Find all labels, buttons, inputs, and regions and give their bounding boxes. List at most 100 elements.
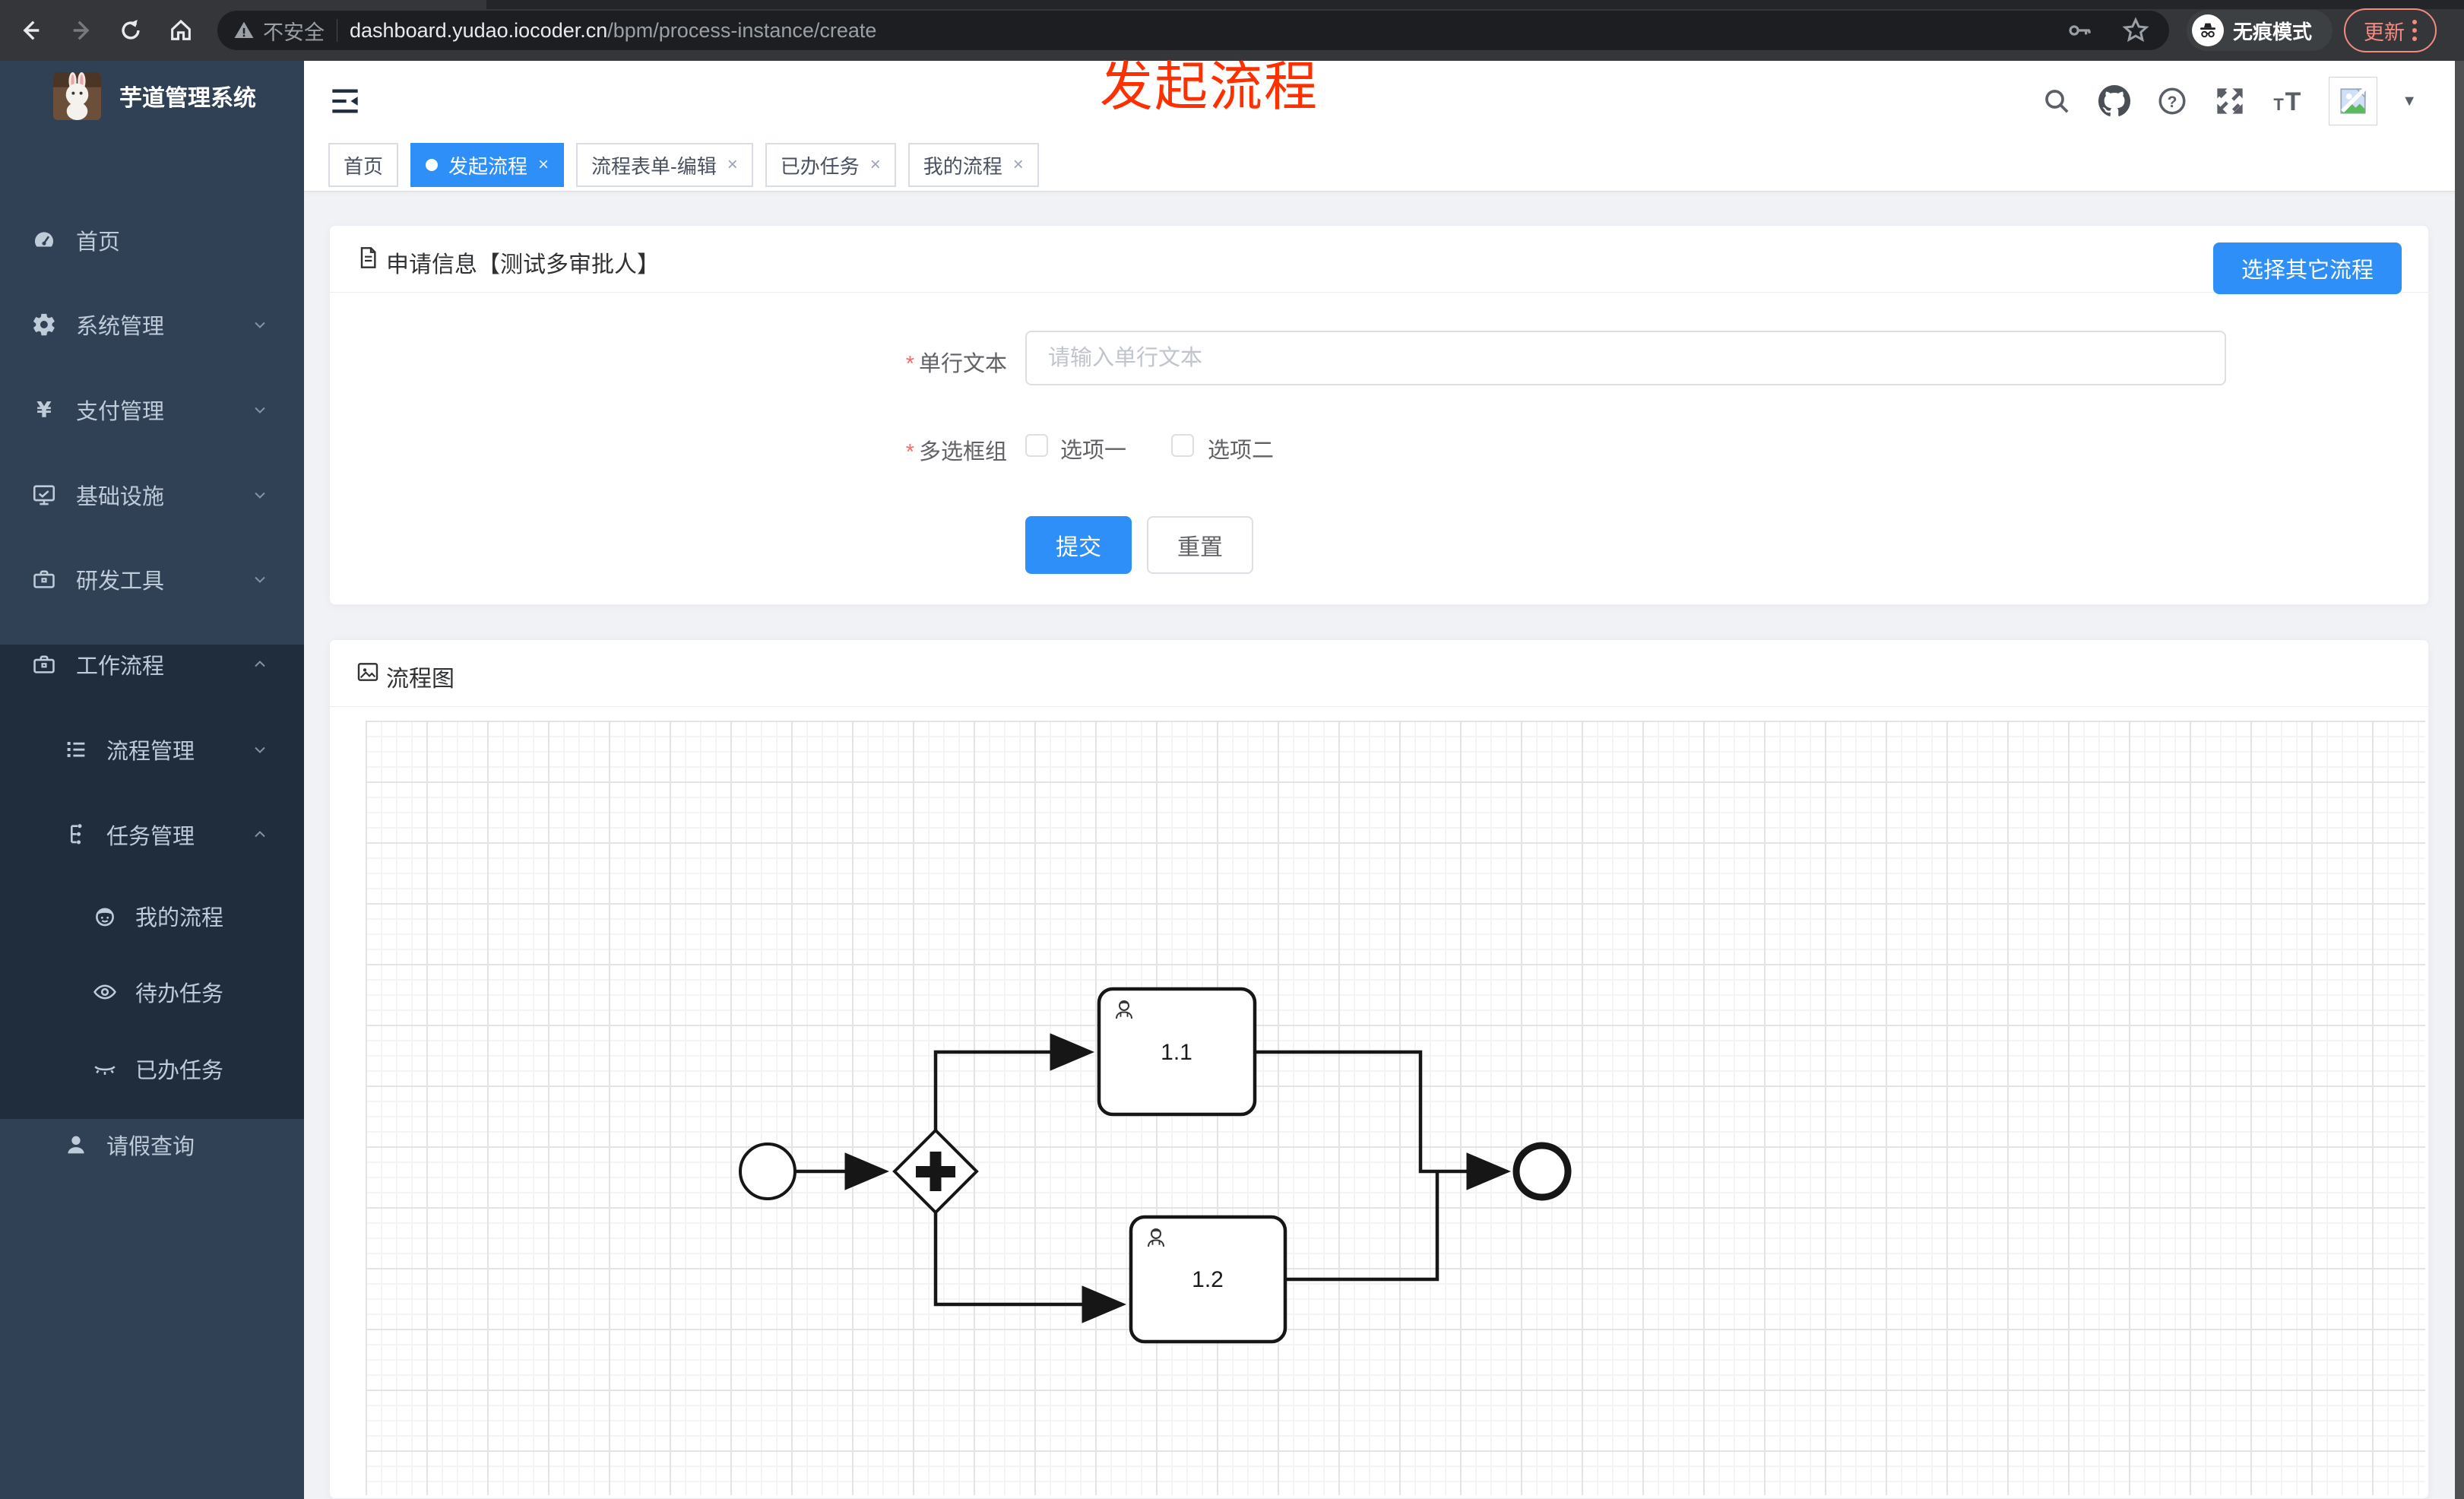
update-label: 更新 (2364, 21, 2405, 44)
tab-close-icon[interactable]: × (538, 154, 549, 176)
submit-button[interactable]: 提交 (1025, 516, 1132, 574)
avatar[interactable] (2329, 77, 2378, 125)
sidebar-item-9[interactable]: 我的流程 (0, 873, 304, 959)
search-icon[interactable] (2040, 84, 2073, 118)
window-scrollbar-strip[interactable] (2455, 61, 2464, 1499)
bpmn-parallel-gateway[interactable] (892, 1128, 979, 1215)
browser-tabstrip (0, 0, 2464, 9)
bpmn-start-event[interactable] (739, 1142, 797, 1200)
checkbox-option-2-label[interactable]: 选项二 (1208, 433, 1274, 464)
sidebar-item-label: 支付管理 (76, 400, 165, 424)
avatar-caret-icon[interactable]: ▼ (2402, 93, 2417, 110)
flow-task2-end (1285, 1173, 1439, 1282)
apply-info-header: 申请信息【测试多审批人】 选择其它流程 (330, 226, 2428, 294)
sidebar-item-11[interactable]: 已办任务 (0, 1026, 304, 1111)
sidebar-item-label: 首页 (76, 230, 121, 255)
checkbox-option-1[interactable] (1025, 434, 1048, 457)
logo-row[interactable]: 芋道管理系统 (0, 68, 304, 122)
tab-close-icon[interactable]: × (870, 154, 881, 176)
task-1-2-label: 1.2 (1192, 1267, 1224, 1292)
chevron-down-icon (251, 740, 269, 759)
bookmark-star-icon[interactable] (2120, 15, 2151, 46)
document-icon (356, 246, 380, 274)
view-tab-label: 首页 (344, 154, 384, 178)
sidebar-item-8[interactable]: 任务管理 (0, 792, 304, 877)
sidebar-item-4[interactable]: 基础设施 (0, 452, 304, 537)
sidebar-item-7[interactable]: 流程管理 (0, 707, 304, 792)
app-title: 芋道管理系统 (119, 86, 256, 111)
github-icon[interactable] (2098, 84, 2131, 118)
back-icon[interactable] (17, 17, 44, 44)
view-tab-1[interactable]: 首页 (328, 143, 399, 187)
view-tab-5[interactable]: 我的流程 × (907, 143, 1039, 187)
security-label: 不安全 (263, 21, 325, 44)
incognito-badge: 无痕模式 (2187, 10, 2333, 51)
sidebar-item-2[interactable]: 系统管理 (0, 282, 304, 367)
sidebar-item-label: 系统管理 (76, 315, 165, 339)
bpmn-user-task-1-1[interactable]: 1.1 (1097, 987, 1257, 1117)
bpmn-user-task-1-2[interactable]: 1.2 (1129, 1215, 1287, 1344)
bpmn-end-event[interactable] (1512, 1142, 1572, 1201)
incognito-icon (2192, 14, 2224, 46)
sidebar-item-label: 任务管理 (106, 825, 195, 849)
reset-button[interactable]: 重置 (1147, 516, 1253, 574)
required-mark: * (905, 440, 914, 464)
checkbox-option-1-label[interactable]: 选项一 (1060, 433, 1126, 464)
flow-diagram-title: 流程图 (386, 667, 454, 692)
single-line-text-input[interactable] (1025, 331, 2226, 385)
browser-menu-icon[interactable] (2412, 20, 2417, 41)
forward-icon[interactable] (68, 17, 96, 44)
sidebar-item-6[interactable]: 工作流程 (0, 622, 304, 707)
toolbox-icon (30, 566, 58, 593)
eye-icon (91, 978, 119, 1006)
face-icon (91, 902, 119, 930)
sidebar-item-5[interactable]: 研发工具 (0, 537, 304, 622)
update-button[interactable]: 更新 (2344, 8, 2437, 52)
sidebar-item-label: 我的流程 (135, 906, 224, 930)
warning-icon (234, 21, 254, 38)
flow-gateway-task2 (933, 1212, 1126, 1323)
key-icon[interactable] (2066, 16, 2095, 45)
sidebar-item-label: 基础设施 (76, 485, 165, 509)
choose-other-process-button[interactable]: 选择其它流程 (2213, 242, 2402, 294)
view-tab-4[interactable]: 已办任务 × (765, 143, 896, 187)
svg-text:¥: ¥ (36, 398, 52, 423)
sidebar-item-label: 工作流程 (76, 654, 165, 679)
view-tabs-bar: 首页 发起流程 × 流程表单-编辑 × 已办任务 × 我的流程 × (304, 141, 2464, 192)
sidebar-item-10[interactable]: 待办任务 (0, 949, 304, 1035)
apply-info-title: 申请信息【测试多审批人】 (386, 252, 660, 277)
sidebar-collapse-icon[interactable] (330, 87, 360, 116)
help-icon[interactable]: ? (2155, 84, 2189, 118)
sidebar-item-label: 已办任务 (135, 1059, 224, 1083)
chevron-down-icon (251, 401, 269, 419)
list-icon (62, 736, 90, 763)
view-tab-label: 流程表单-编辑 (591, 154, 717, 178)
browser-active-tab[interactable] (0, 0, 486, 9)
home-icon[interactable] (167, 17, 195, 44)
view-tab-label: 已办任务 (780, 154, 860, 178)
apply-info-card: 申请信息【测试多审批人】 选择其它流程 *单行文本 *多选框组 选项一 选项二 … (329, 225, 2429, 605)
sidebar-item-1[interactable]: 首页 (0, 198, 304, 283)
view-tab-2[interactable]: 发起流程 × (410, 143, 565, 187)
url-host: dashboard.yudao.iocoder.cn (350, 18, 608, 42)
security-chip[interactable]: 不安全 (233, 16, 325, 46)
checkbox-option-2[interactable] (1171, 434, 1194, 457)
sidebar-item-label: 待办任务 (135, 982, 224, 1006)
url-path: /bpm/process-instance/create (607, 18, 877, 42)
chevron-up-icon (251, 655, 269, 673)
bpmn-canvas[interactable]: 1.1 1.2 (366, 721, 2425, 1495)
active-tab-dot (426, 159, 439, 171)
briefcase-icon (30, 651, 58, 678)
view-tab-3[interactable]: 流程表单-编辑 × (576, 143, 753, 187)
tab-close-icon[interactable]: × (727, 154, 738, 176)
reload-icon[interactable] (117, 17, 144, 44)
task-1-1-label: 1.1 (1161, 1040, 1192, 1065)
tab-close-icon[interactable]: × (1013, 154, 1024, 176)
fullscreen-icon[interactable] (2213, 84, 2247, 118)
sidebar-item-3[interactable]: ¥ 支付管理 (0, 367, 304, 452)
tree-icon (62, 821, 90, 848)
font-size-icon[interactable]: TT (2271, 84, 2304, 118)
sidebar-item-12[interactable]: 请假查询 (0, 1102, 304, 1187)
user-icon (62, 1131, 90, 1158)
view-tab-label: 我的流程 (923, 154, 1002, 178)
